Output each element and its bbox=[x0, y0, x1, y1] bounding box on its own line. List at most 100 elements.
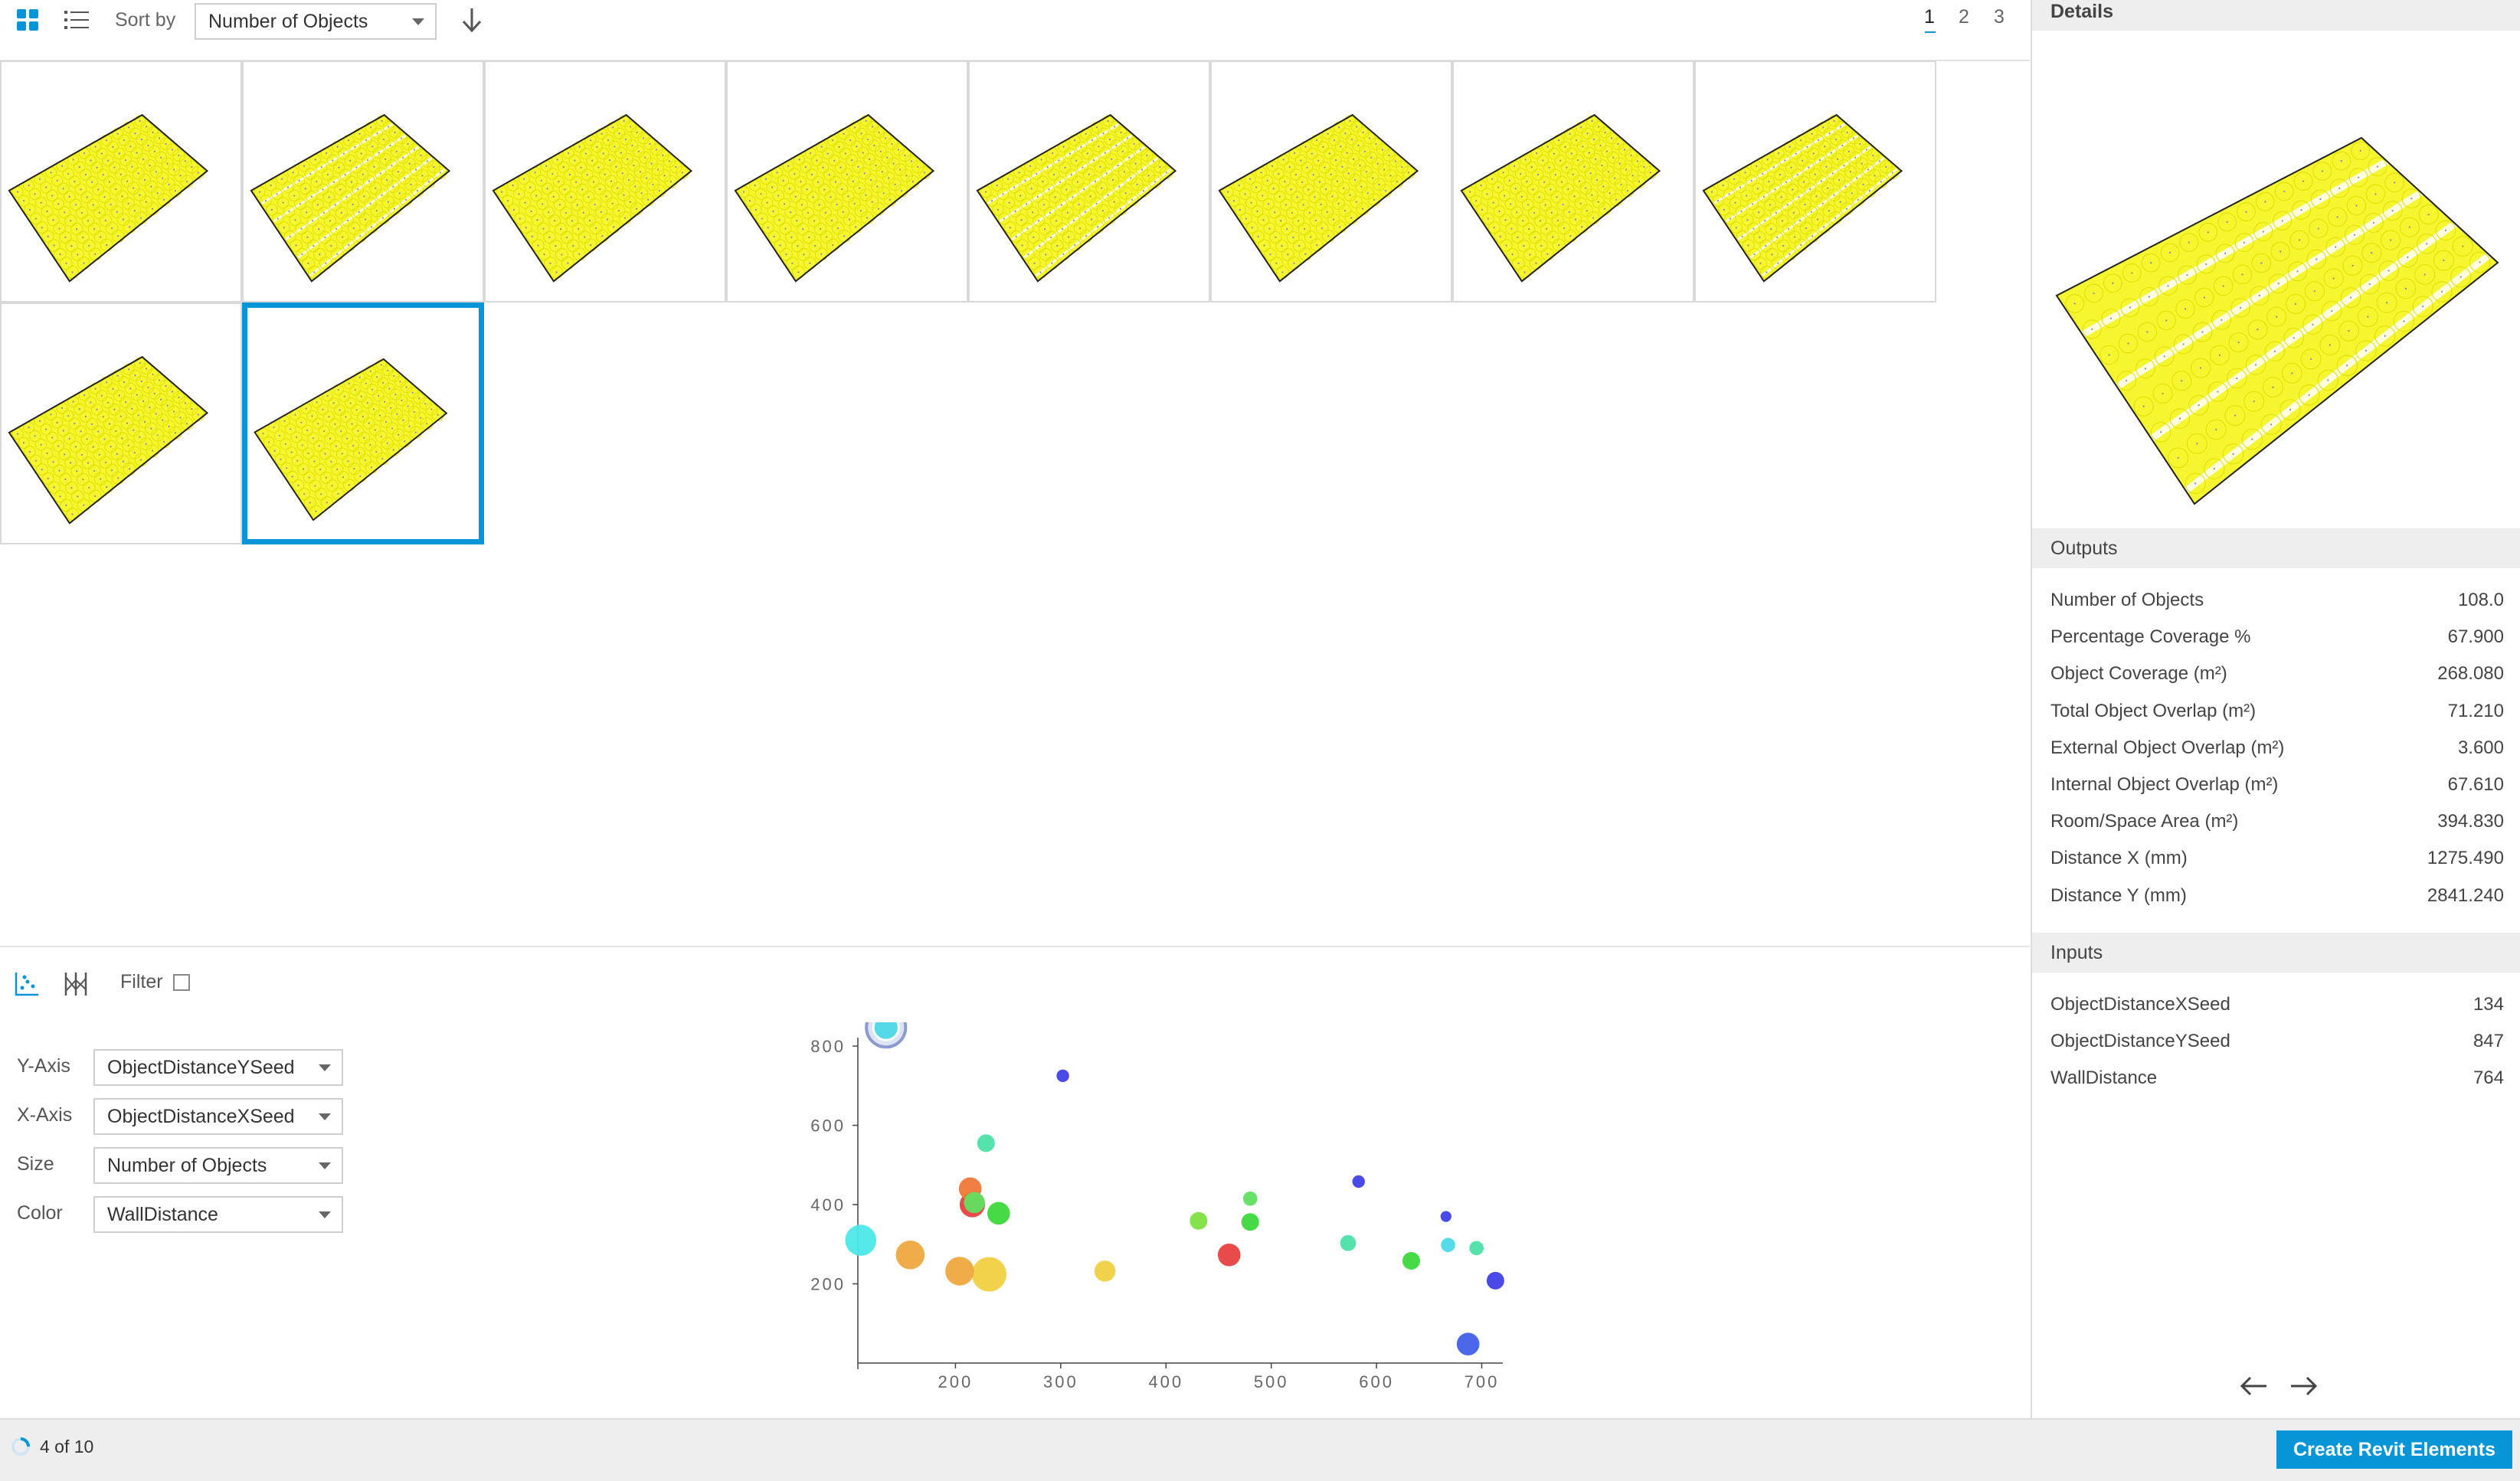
color-dropdown[interactable]: WallDistance bbox=[93, 1196, 343, 1233]
result-tile[interactable] bbox=[968, 60, 1210, 302]
result-thumbnail bbox=[1460, 113, 1661, 283]
result-thumbnail bbox=[254, 358, 448, 521]
input-value: 764 bbox=[2473, 1067, 2504, 1089]
result-tile[interactable] bbox=[1210, 60, 1452, 302]
scatter-point[interactable] bbox=[845, 1224, 877, 1256]
size-value: Number of Objects bbox=[107, 1154, 267, 1176]
output-row: External Object Overlap (m²) 3.600 bbox=[2050, 733, 2504, 763]
input-row: ObjectDistanceYSeed 847 bbox=[2050, 1026, 2504, 1057]
status-bar: 4 of 10 bbox=[0, 1418, 2520, 1481]
previous-option-arrow-icon[interactable] bbox=[2239, 1375, 2270, 1398]
output-row: Number of Objects 108.0 bbox=[2050, 585, 2504, 616]
color-value: WallDistance bbox=[107, 1203, 218, 1225]
output-row: Distance Y (mm) 2841.240 bbox=[2050, 881, 2504, 911]
next-option-arrow-icon[interactable] bbox=[2288, 1375, 2319, 1398]
output-value: 108.0 bbox=[2457, 590, 2504, 610]
output-value: 268.080 bbox=[2437, 663, 2504, 685]
scatter-point[interactable] bbox=[895, 1240, 925, 1270]
page-1-link[interactable]: 1 bbox=[1924, 6, 1935, 28]
filter-checkbox[interactable] bbox=[173, 974, 190, 991]
output-label: Percentage Coverage % bbox=[2050, 626, 2251, 648]
scatter-point[interactable] bbox=[977, 1134, 995, 1152]
scatter-point[interactable] bbox=[945, 1257, 974, 1286]
chevron-down-icon bbox=[319, 1162, 331, 1169]
output-row: Distance X (mm) 1275.490 bbox=[2050, 843, 2504, 874]
scatter-point[interactable] bbox=[964, 1192, 985, 1214]
filter-label: Filter bbox=[120, 971, 163, 992]
scatter-plot-mode-icon[interactable] bbox=[14, 971, 40, 997]
output-label: Distance Y (mm) bbox=[2050, 884, 2187, 906]
result-tile[interactable] bbox=[1694, 60, 1936, 302]
size-dropdown[interactable]: Number of Objects bbox=[93, 1147, 343, 1184]
x-tick-label: 700 bbox=[1465, 1372, 1500, 1390]
scatter-plot: 200 300 400 500 600 700 200 400 600 800 bbox=[810, 1022, 1504, 1390]
scatter-point[interactable] bbox=[1242, 1191, 1258, 1206]
scatter-point[interactable] bbox=[1440, 1211, 1451, 1222]
output-value: 2841.240 bbox=[2427, 884, 2504, 906]
create-revit-elements-button[interactable]: Create Revit Elements bbox=[2276, 1430, 2512, 1469]
result-thumbnail bbox=[8, 355, 209, 525]
list-view-icon[interactable] bbox=[63, 6, 90, 34]
scatter-point[interactable] bbox=[1340, 1234, 1357, 1251]
input-row: WallDistance 764 bbox=[2050, 1063, 2504, 1094]
active-page-indicator bbox=[1925, 31, 1936, 33]
x-axis-dropdown[interactable]: ObjectDistanceXSeed bbox=[93, 1098, 343, 1135]
result-tile[interactable] bbox=[242, 60, 484, 302]
scatter-point[interactable] bbox=[1469, 1241, 1484, 1256]
x-axis-value: ObjectDistanceXSeed bbox=[107, 1105, 295, 1127]
output-row: Total Object Overlap (m²) 71.210 bbox=[2050, 696, 2504, 727]
details-panel: Details Outputs Number of Objects 108.0 Pe… bbox=[2031, 0, 2520, 1418]
result-tile[interactable] bbox=[1452, 60, 1694, 302]
y-axis-dropdown[interactable]: ObjectDistanceYSeed bbox=[93, 1049, 343, 1086]
result-thumbnail bbox=[492, 113, 693, 283]
result-thumbnail bbox=[976, 113, 1177, 283]
result-tile[interactable] bbox=[484, 60, 726, 302]
result-tile[interactable] bbox=[242, 302, 484, 544]
scatter-point[interactable] bbox=[987, 1201, 1010, 1225]
output-value: 394.830 bbox=[2437, 811, 2504, 832]
result-tile[interactable] bbox=[0, 60, 242, 302]
output-value: 3.600 bbox=[2457, 737, 2504, 758]
results-grid bbox=[0, 60, 1936, 544]
output-row: Internal Object Overlap (m²) 67.610 bbox=[2050, 770, 2504, 800]
grid-view-icon[interactable] bbox=[14, 6, 41, 34]
scatter-point[interactable] bbox=[1486, 1271, 1504, 1290]
result-thumbnail bbox=[250, 113, 451, 283]
y-tick-label: 800 bbox=[810, 1037, 846, 1056]
x-tick-label: 200 bbox=[938, 1372, 974, 1390]
page-2-link[interactable]: 2 bbox=[1959, 6, 1969, 28]
result-tile[interactable] bbox=[0, 302, 242, 544]
scatter-point[interactable] bbox=[1402, 1252, 1420, 1270]
x-tick-label: 500 bbox=[1254, 1372, 1289, 1390]
sort-by-dropdown[interactable]: Number of Objects bbox=[195, 3, 437, 40]
scatter-point[interactable] bbox=[1352, 1175, 1365, 1188]
scatter-point[interactable] bbox=[1094, 1260, 1116, 1282]
results-toolbar: Sort by Number of Objects 1 2 3 bbox=[0, 0, 2030, 61]
details-header: Details bbox=[2032, 0, 2520, 31]
outputs-header: Outputs bbox=[2032, 528, 2520, 568]
scatter-point[interactable] bbox=[1056, 1069, 1069, 1083]
result-tile[interactable] bbox=[726, 60, 968, 302]
input-label: WallDistance bbox=[2050, 1067, 2158, 1089]
x-tick-label: 400 bbox=[1148, 1372, 1183, 1390]
chevron-down-icon bbox=[412, 18, 424, 25]
parallel-coordinates-mode-icon[interactable] bbox=[63, 971, 89, 997]
scatter-point[interactable] bbox=[971, 1257, 1006, 1292]
sort-direction-icon[interactable] bbox=[458, 6, 486, 34]
scatter-point[interactable] bbox=[1456, 1332, 1480, 1355]
scatter-point[interactable] bbox=[1190, 1211, 1208, 1230]
y-tick-label: 400 bbox=[810, 1195, 846, 1215]
scatter-point[interactable] bbox=[872, 1022, 900, 1041]
scatter-point[interactable] bbox=[1241, 1213, 1259, 1231]
panel-divider bbox=[0, 946, 2030, 947]
scatter-point[interactable] bbox=[1441, 1237, 1455, 1253]
x-tick-label: 600 bbox=[1359, 1372, 1394, 1390]
page-3-link[interactable]: 3 bbox=[1994, 6, 2005, 28]
result-thumbnail bbox=[8, 113, 209, 283]
result-thumbnail bbox=[734, 113, 935, 283]
output-label: Distance X (mm) bbox=[2050, 848, 2188, 869]
output-label: External Object Overlap (m²) bbox=[2050, 737, 2285, 758]
scatter-point[interactable] bbox=[1217, 1243, 1241, 1267]
loading-spinner-icon bbox=[11, 1437, 30, 1456]
input-row: ObjectDistanceXSeed 134 bbox=[2050, 989, 2504, 1020]
